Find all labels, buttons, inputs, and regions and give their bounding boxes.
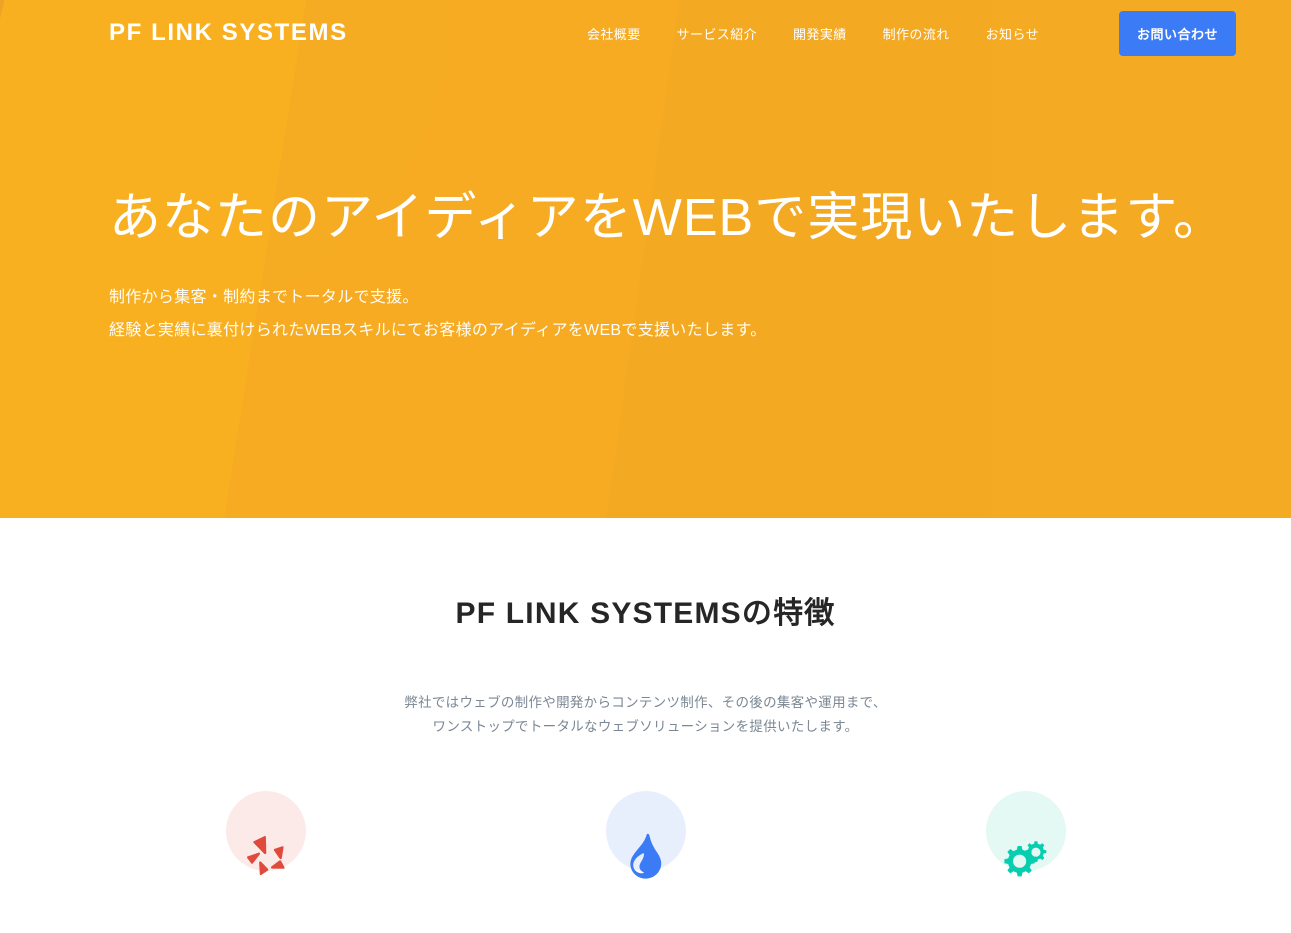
feature-item-3 bbox=[836, 791, 1216, 877]
features-title: PF LINK SYSTEMSの特徴 bbox=[455, 597, 836, 630]
features-section: PF LINK SYSTEMSの特徴 弊社ではウェブの制作や開発からコンテンツ制… bbox=[0, 588, 1291, 933]
hero-subtitle-line-2: 経験と実績に裏付けられたWEBスキルにてお客様のアイディアをWEBで支援いたしま… bbox=[109, 322, 767, 339]
features-description: 弊社ではウェブの制作や開発からコンテンツ制作、その後の集客や運用まで、 ワンスト… bbox=[0, 691, 1291, 739]
nav-item-company[interactable]: 会社概要 bbox=[587, 24, 641, 43]
feature-icon-circle-1 bbox=[225, 791, 306, 876]
feature-item-2 bbox=[456, 791, 836, 879]
flame-icon bbox=[629, 833, 661, 879]
feature-grid bbox=[0, 791, 1291, 879]
features-description-line-1: 弊社ではウェブの制作や開発からコンテンツ制作、その後の集客や運用まで、 bbox=[404, 695, 887, 710]
main-navigation: 会社概要 サービス紹介 開発実績 制作の流れ お知らせ お問い合わせ bbox=[587, 10, 1236, 56]
cogs-icon bbox=[1003, 841, 1046, 877]
nav-item-news[interactable]: お知らせ bbox=[986, 24, 1039, 43]
features-description-line-2: ワンストップでトータルなウェブソリューションを提供いたします。 bbox=[432, 719, 859, 734]
brand-logo[interactable]: PF LINK SYSTEMS bbox=[109, 19, 348, 47]
hero-subtitle: 制作から集客・制約までトータルで支援。 経験と実績に裏付けられたWEBスキルにて… bbox=[109, 281, 1291, 347]
hero-section: PF LINK SYSTEMS 会社概要 サービス紹介 開発実績 制作の流れ お… bbox=[0, 0, 1291, 518]
site-header: PF LINK SYSTEMS 会社概要 サービス紹介 開発実績 制作の流れ お… bbox=[0, 0, 1291, 66]
feature-icon-circle-2 bbox=[605, 791, 686, 879]
feature-icon-circle-3 bbox=[985, 791, 1066, 877]
yelp-burst-icon bbox=[246, 836, 285, 876]
hero-subtitle-line-1: 制作から集客・制約までトータルで支援。 bbox=[109, 289, 419, 306]
hero-title: あなたのアイディアをWEBで実現いたします。 bbox=[109, 189, 1227, 247]
hero-copy: あなたのアイディアをWEBで実現いたします。 制作から集客・制約までトータルで支… bbox=[0, 66, 1291, 347]
contact-button[interactable]: お問い合わせ bbox=[1118, 10, 1236, 56]
nav-item-services[interactable]: サービス紹介 bbox=[677, 24, 757, 43]
nav-item-works[interactable]: 開発実績 bbox=[793, 24, 847, 43]
feature-item-1 bbox=[76, 791, 456, 876]
nav-item-process[interactable]: 制作の流れ bbox=[883, 24, 950, 43]
